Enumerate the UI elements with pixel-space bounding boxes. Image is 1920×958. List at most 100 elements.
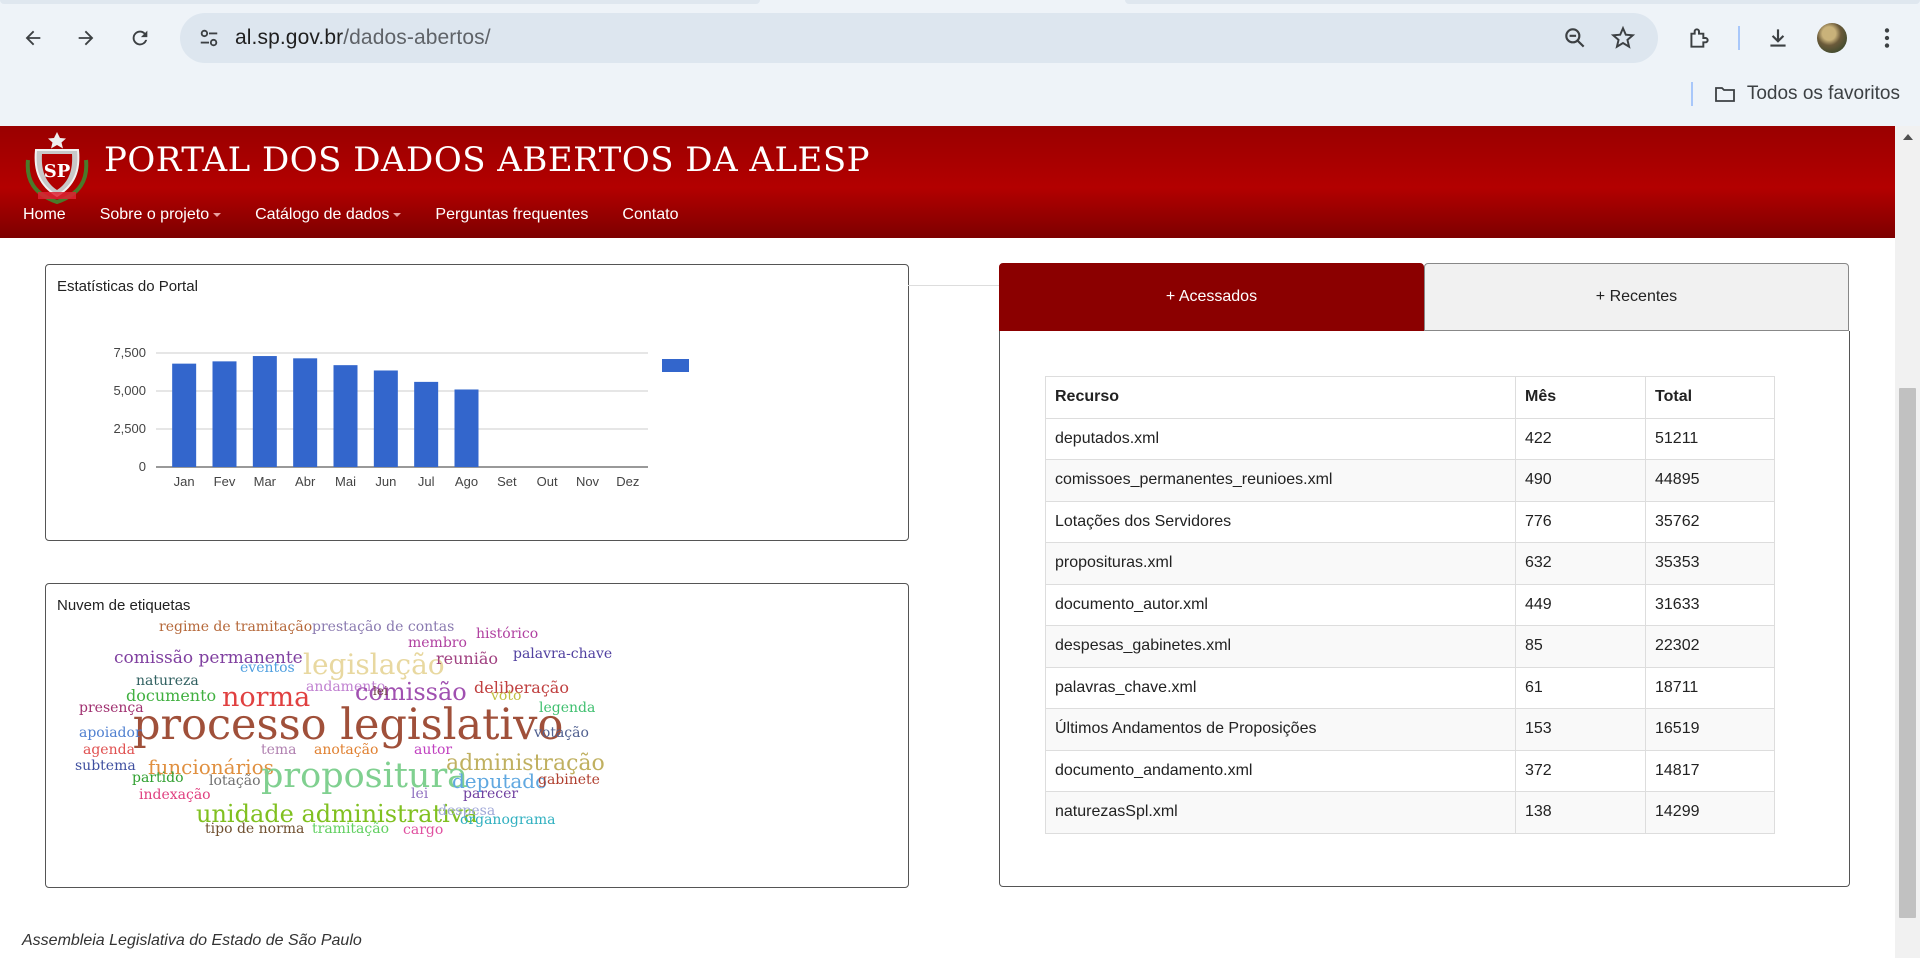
total-count-cell: 14299	[1645, 791, 1775, 834]
puzzle-icon	[1690, 28, 1709, 48]
legend-swatch	[662, 359, 689, 372]
x-tick-label: Abr	[295, 474, 316, 489]
total-count-cell: 44895	[1645, 459, 1775, 502]
tag-link[interactable]: eventos	[240, 661, 295, 675]
tag-link[interactable]: lei	[411, 787, 428, 801]
download-icon	[1770, 29, 1786, 47]
address-bar[interactable]: al.sp.gov.br/dados-abertos/	[180, 13, 1658, 63]
tag-link[interactable]: tipo de norma	[205, 822, 304, 836]
vertical-scrollbar[interactable]	[1895, 126, 1920, 958]
all-bookmarks-button[interactable]: Todos os favoritos	[1713, 80, 1900, 108]
tag-link[interactable]: reunião	[436, 651, 498, 667]
resource-name-cell[interactable]: Últimos Andamentos de Proposições	[1045, 708, 1516, 751]
tag-link[interactable]: partido	[132, 771, 184, 785]
resource-name-cell[interactable]: palavras_chave.xml	[1045, 666, 1516, 709]
toolbar-separator	[1738, 26, 1740, 50]
tag-link[interactable]: lotação	[209, 774, 261, 788]
tag-cloud: regime de tramitação prestação de contas h…	[46, 584, 746, 884]
resource-name-cell[interactable]: documento_autor.xml	[1045, 583, 1516, 626]
resource-name-cell[interactable]: despesas_gabinetes.xml	[1045, 625, 1516, 668]
tag-link[interactable]: prestação de contas	[312, 620, 454, 634]
resource-name-cell[interactable]: naturezasSpl.xml	[1045, 791, 1516, 834]
tag-link[interactable]: organograma	[460, 813, 556, 827]
resource-tabs: + Acessados + Recentes	[999, 263, 1849, 331]
x-tick-label: Mar	[254, 474, 277, 489]
table-row: palavras_chave.xml 61 18711	[1045, 666, 1775, 709]
month-count-cell: 85	[1515, 625, 1646, 668]
tag-link[interactable]: palavra-chave	[513, 647, 612, 661]
tag-link[interactable]: legislação	[303, 651, 445, 679]
tag-link[interactable]: agenda	[83, 743, 135, 757]
menu-button[interactable]	[1869, 20, 1905, 56]
menu-item-sobre[interactable]: Sobre o projeto	[83, 192, 238, 238]
site-header: SP PORTAL DOS DADOS ABERTOS DA ALESP Hom…	[0, 126, 1895, 238]
resource-name-cell[interactable]: proposituras.xml	[1045, 542, 1516, 585]
profile-avatar[interactable]	[1817, 23, 1847, 53]
tag-link[interactable]: deliberação	[474, 680, 569, 696]
reload-icon	[132, 30, 148, 46]
tag-link[interactable]: propositura	[261, 759, 468, 794]
month-count-cell: 372	[1515, 749, 1646, 792]
site-info-icon[interactable]	[198, 27, 220, 49]
month-count-cell: 449	[1515, 583, 1646, 626]
star-icon[interactable]	[1610, 25, 1636, 51]
tag-link[interactable]: apoiador	[79, 726, 142, 740]
tag-link[interactable]: lei	[373, 685, 388, 697]
resource-name-cell[interactable]: Lotações dos Servidores	[1045, 500, 1516, 543]
divider	[908, 285, 1000, 286]
back-button[interactable]	[15, 20, 51, 56]
tag-link[interactable]: histórico	[476, 627, 538, 641]
tag-link[interactable]: votação	[534, 726, 589, 740]
table-row: Lotações dos Servidores 776 35762	[1045, 500, 1775, 543]
bar	[293, 358, 318, 467]
folder-icon	[1714, 87, 1735, 102]
tag-link[interactable]: gabinete	[538, 773, 600, 787]
bar	[252, 356, 277, 467]
menu-item-contato[interactable]: Contato	[605, 192, 695, 238]
column-header: Total	[1645, 376, 1775, 419]
table-header-row: Recurso Mês Total	[1045, 376, 1775, 419]
url-text[interactable]: al.sp.gov.br/dados-abertos/	[235, 26, 491, 50]
y-tick-label: 7,500	[113, 345, 146, 360]
zoom-icon[interactable]	[1562, 25, 1588, 51]
tab-recentes[interactable]: + Recentes	[1424, 263, 1849, 331]
menu-item-faq[interactable]: Perguntas frequentes	[418, 192, 605, 238]
x-tick-label: Jul	[418, 474, 435, 489]
tab-label: + Acessados	[1165, 288, 1258, 305]
bar	[373, 370, 398, 467]
menu-item-catalogo[interactable]: Catálogo de dados	[238, 192, 418, 238]
table-panel: Recurso Mês Total deputados.xml 422 51211 c…	[999, 331, 1850, 887]
tag-link[interactable]: regime de tramitação	[159, 620, 312, 634]
footer-text: Assembleia Legislativa do Estado de São …	[22, 932, 362, 949]
reload-button[interactable]	[122, 20, 158, 56]
tag-link[interactable]: processo legislativo	[133, 704, 563, 747]
table-row: proposituras.xml 632 35353	[1045, 542, 1775, 585]
month-count-cell: 153	[1515, 708, 1646, 751]
extensions-button[interactable]	[1681, 20, 1717, 56]
total-count-cell: 14817	[1645, 749, 1775, 792]
browser-toolbar: al.sp.gov.br/dados-abertos/ Todos os fav…	[0, 0, 1920, 126]
x-tick-label: Mai	[335, 474, 356, 489]
tag-link[interactable]: anotação	[314, 743, 378, 757]
total-count-cell: 35762	[1645, 500, 1775, 543]
scroll-up-arrow-icon[interactable]	[1903, 134, 1913, 140]
table-row: documento_andamento.xml 372 14817	[1045, 749, 1775, 792]
url-path: /dados-abertos/	[343, 26, 491, 49]
menu-item-label: Catálogo de dados	[255, 206, 390, 223]
downloads-button[interactable]	[1760, 20, 1796, 56]
table-row: despesas_gabinetes.xml 85 22302	[1045, 625, 1775, 668]
resources-table: Recurso Mês Total deputados.xml 422 51211 c…	[1045, 376, 1775, 834]
tag-link[interactable]: subtema	[75, 759, 136, 773]
menu-item-home[interactable]: Home	[0, 192, 83, 238]
forward-button[interactable]	[68, 20, 104, 56]
resource-name-cell[interactable]: comissoes_permanentes_reunioes.xml	[1045, 459, 1516, 502]
tab-acessados[interactable]: + Acessados	[999, 263, 1424, 331]
resource-name-cell[interactable]: deputados.xml	[1045, 417, 1516, 460]
scroll-thumb[interactable]	[1899, 388, 1916, 918]
bar	[414, 381, 439, 467]
tag-link[interactable]: tramitação	[312, 822, 389, 836]
tag-link[interactable]: cargo	[403, 823, 443, 837]
resource-name-cell[interactable]: documento_andamento.xml	[1045, 749, 1516, 792]
tag-link[interactable]: parecer	[463, 787, 518, 801]
x-tick-label: Fev	[214, 474, 236, 489]
